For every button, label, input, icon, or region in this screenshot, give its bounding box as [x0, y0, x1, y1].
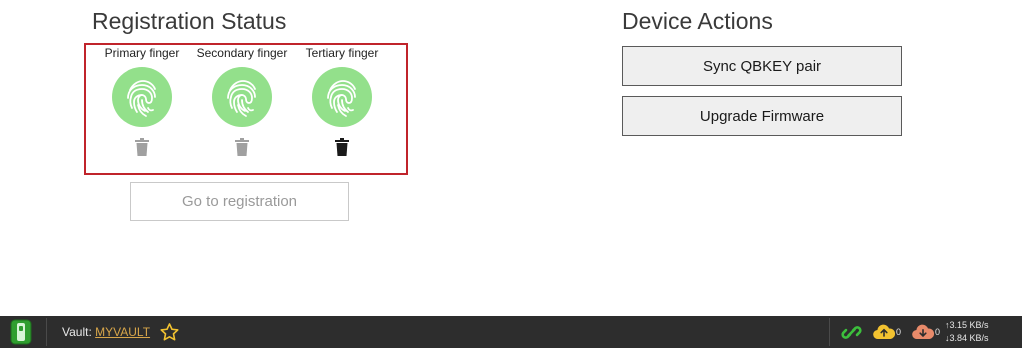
download-count: 0 — [935, 327, 941, 337]
finger-label-tertiary: Tertiary finger — [305, 46, 379, 60]
go-to-registration-button[interactable]: Go to registration — [130, 182, 349, 221]
finger-label-primary: Primary finger — [104, 46, 180, 60]
link-icon[interactable] — [841, 322, 862, 348]
statusbar-divider — [829, 318, 830, 346]
vault-label: Vault: — [62, 325, 92, 339]
download-speed-value: 3.84 KB/s — [949, 333, 989, 343]
star-icon[interactable] — [160, 323, 179, 346]
finger-slot-secondary: Secondary finger — [192, 45, 292, 156]
delete-secondary-finger-button[interactable] — [234, 138, 250, 156]
download-cloud-icon[interactable] — [912, 323, 935, 345]
upload-count: 0 — [896, 327, 902, 337]
finger-slot-primary: Primary finger — [92, 45, 192, 156]
registration-status-title: Registration Status — [92, 8, 287, 34]
fingerprint-icon — [112, 67, 172, 127]
statusbar-divider — [46, 318, 47, 346]
sync-qbkey-pair-button[interactable]: Sync QBKEY pair — [622, 46, 902, 86]
upgrade-firmware-button[interactable]: Upgrade Firmware — [622, 96, 902, 136]
upload-cloud-icon[interactable] — [873, 323, 896, 345]
delete-tertiary-finger-button[interactable] — [334, 138, 350, 156]
registration-fingers-panel: Primary finger Secondary finger Tertiary… — [84, 43, 408, 175]
delete-primary-finger-button[interactable] — [134, 138, 150, 156]
finger-slot-tertiary: Tertiary finger — [292, 45, 392, 156]
upload-speed-value: 3.15 KB/s — [949, 320, 989, 330]
vault-indicator: Vault: MYVAULT — [62, 325, 150, 339]
device-actions-title: Device Actions — [622, 8, 773, 34]
vault-name-link[interactable]: MYVAULT — [95, 325, 150, 339]
fingerprint-icon — [212, 67, 272, 127]
finger-label-secondary: Secondary finger — [196, 46, 288, 60]
download-speed: ↓3.84 KB/s — [945, 333, 989, 343]
upload-speed: ↑3.15 KB/s — [945, 320, 989, 330]
fingerprint-icon — [312, 67, 372, 127]
status-bar: Vault: MYVAULT 0 0 ↑3.15 KB/s ↓3.84 KB/s — [0, 316, 1022, 348]
device-connected-icon[interactable] — [10, 319, 32, 350]
